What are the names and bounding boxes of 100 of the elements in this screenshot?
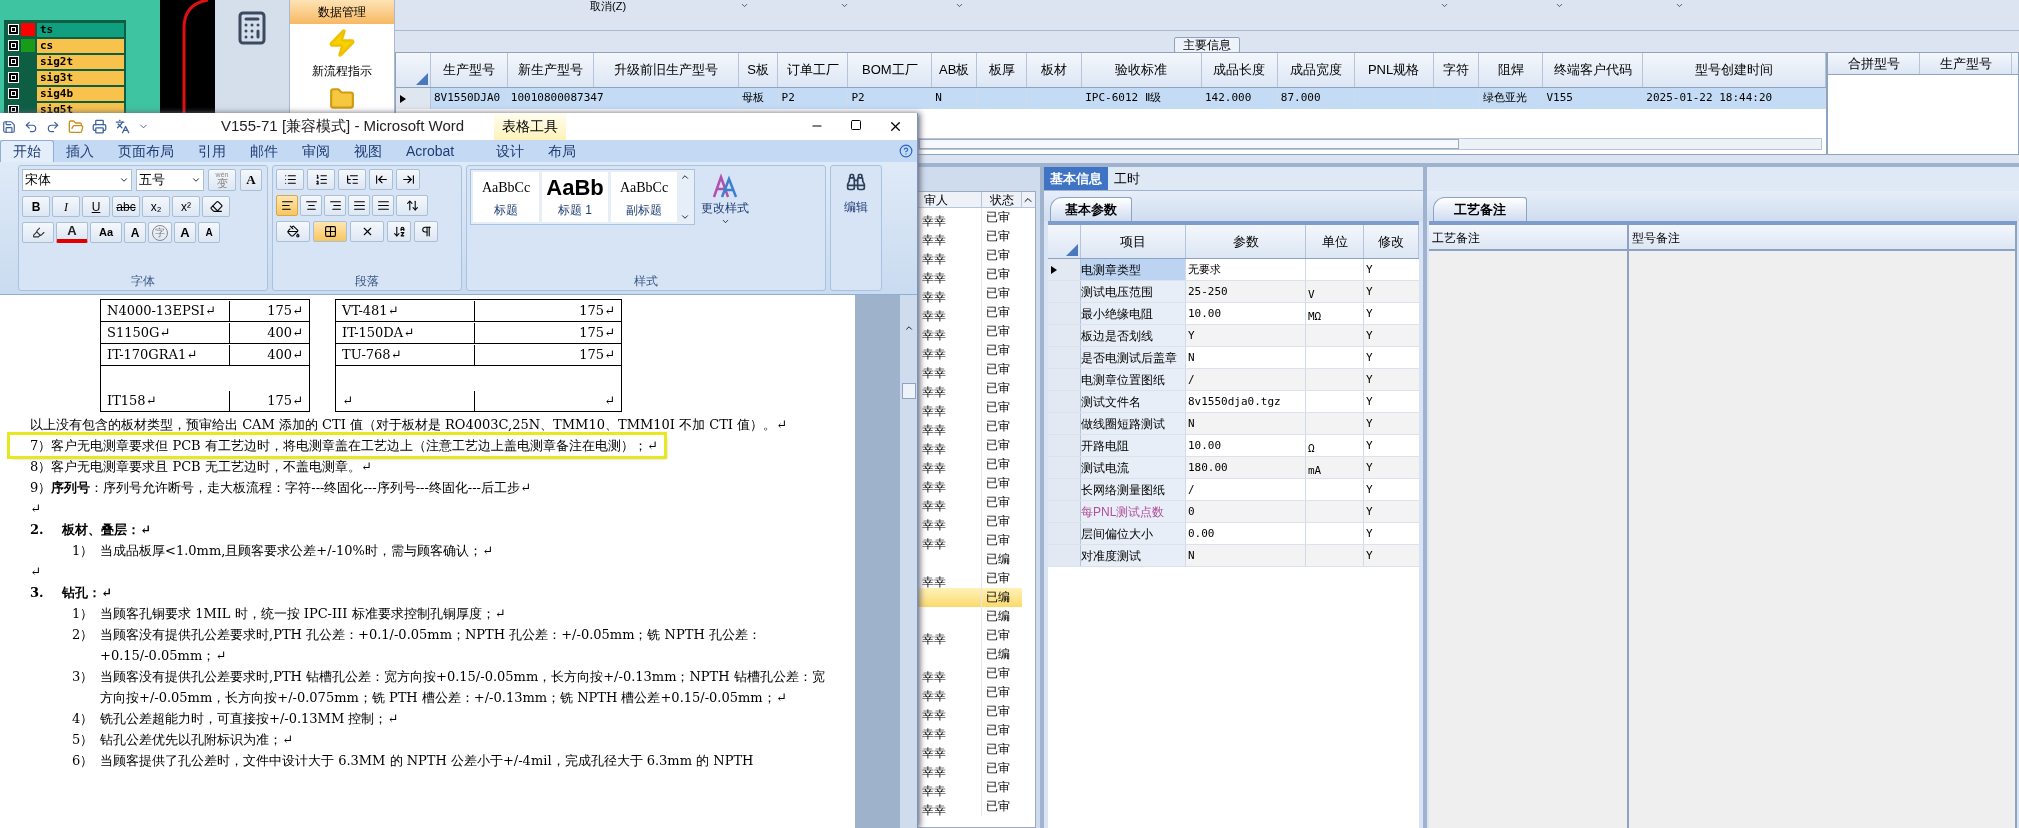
- print-icon[interactable]: [92, 119, 107, 134]
- clear-formatting-button[interactable]: [202, 196, 230, 217]
- bullets-button[interactable]: [276, 169, 304, 190]
- align-button[interactable]: [348, 195, 370, 216]
- column-header[interactable]: 单位: [1306, 225, 1364, 258]
- format-button[interactable]: x₂: [142, 196, 170, 217]
- column-header[interactable]: 生产型号: [1920, 53, 2012, 74]
- scroll-up-icon[interactable]: [680, 172, 690, 182]
- select-all-corner-icon[interactable]: [415, 73, 428, 85]
- ribbon-tab[interactable]: 审阅: [290, 140, 342, 162]
- horizontal-scrollbar[interactable]: [918, 138, 1822, 150]
- align-button[interactable]: [300, 195, 322, 216]
- ribbon-tab[interactable]: 布局: [536, 140, 589, 162]
- column-header[interactable]: 生产型号: [430, 53, 508, 87]
- align-button[interactable]: [276, 195, 298, 216]
- scroll-down-icon[interactable]: [680, 212, 690, 222]
- ribbon-tab[interactable]: 设计: [484, 140, 537, 162]
- column-header[interactable]: 合拼型号: [1828, 53, 1920, 74]
- scroll-up-icon[interactable]: [903, 323, 914, 333]
- layer-name[interactable]: sig4b: [37, 86, 124, 101]
- dropdown-caret-icon[interactable]: [1555, 1, 1564, 10]
- column-header[interactable]: AB板: [932, 53, 978, 87]
- folder-icon[interactable]: [329, 86, 355, 112]
- layer-visibility-checkbox[interactable]: [8, 40, 19, 51]
- subtab[interactable]: 工艺备注: [1433, 197, 1527, 221]
- row-header[interactable]: [1048, 259, 1081, 280]
- ribbon-tab[interactable]: 引用: [186, 140, 238, 162]
- redo-icon[interactable]: [46, 119, 60, 134]
- format-button[interactable]: x²: [172, 196, 200, 217]
- highlight-button[interactable]: [22, 222, 54, 243]
- ribbon-tab[interactable]: Acrobat: [394, 140, 467, 162]
- vertical-scrollbar[interactable]: [899, 295, 917, 828]
- enclose-character-button[interactable]: 字: [148, 222, 172, 243]
- layer-name[interactable]: sig3t: [37, 70, 124, 85]
- column-header[interactable]: 阻焊: [1479, 53, 1544, 87]
- change-case-button[interactable]: Aa: [90, 222, 122, 243]
- ribbon-tab[interactable]: 开始: [0, 140, 54, 162]
- column-header[interactable]: 型号备注: [1629, 225, 2015, 251]
- layer-visibility-checkbox[interactable]: [8, 56, 19, 67]
- select-all-corner-icon[interactable]: [1066, 244, 1078, 256]
- column-header[interactable]: 型号创建时间: [1643, 53, 1826, 87]
- column-header[interactable]: 状态: [982, 192, 1022, 207]
- asian-layout-button[interactable]: [350, 221, 384, 242]
- format-button[interactable]: B: [22, 196, 50, 217]
- column-header[interactable]: 项目: [1081, 225, 1186, 258]
- column-header[interactable]: 成品长度: [1201, 53, 1278, 87]
- borders-button[interactable]: [313, 221, 347, 242]
- column-header[interactable]: 字符: [1433, 53, 1480, 87]
- help-icon[interactable]: [899, 144, 913, 158]
- column-header[interactable]: 新生产型号: [507, 53, 594, 87]
- font-size-field[interactable]: 五号: [136, 169, 204, 191]
- dropdown-caret-icon[interactable]: [740, 1, 749, 10]
- column-header[interactable]: BOM工厂: [848, 53, 933, 87]
- save-icon[interactable]: [2, 119, 16, 134]
- tab[interactable]: 基本信息: [1044, 167, 1108, 190]
- layer-visibility-checkbox[interactable]: [8, 72, 19, 83]
- open-icon[interactable]: [68, 118, 84, 135]
- list-row[interactable]: 已编: [916, 588, 1022, 607]
- column-header[interactable]: PNL规格: [1354, 53, 1434, 87]
- format-button[interactable]: U: [82, 196, 110, 217]
- column-header[interactable]: 参数: [1186, 225, 1306, 258]
- decrease-indent-button[interactable]: [369, 169, 393, 190]
- edit-button[interactable]: 编辑: [844, 198, 868, 216]
- column-header[interactable]: 修改: [1364, 225, 1419, 258]
- ribbon-tab[interactable]: 插入: [54, 140, 106, 162]
- column-header[interactable]: 订单工厂: [778, 53, 849, 87]
- line-spacing-button[interactable]: [396, 195, 428, 216]
- grow-font-button[interactable]: A: [174, 222, 196, 243]
- column-header[interactable]: 板厚: [977, 53, 1028, 87]
- shading-button[interactable]: [276, 221, 310, 242]
- change-styles-button[interactable]: 更改样式: [699, 173, 751, 226]
- dropdown-caret-icon[interactable]: [191, 175, 201, 185]
- character-border-button[interactable]: A: [240, 169, 262, 191]
- align-button[interactable]: [372, 195, 394, 216]
- style-preview[interactable]: AaBbCc 标题: [473, 172, 539, 222]
- format-button[interactable]: I: [52, 196, 80, 217]
- layer-name[interactable]: cs: [37, 38, 124, 53]
- find-icon[interactable]: [846, 172, 866, 192]
- increase-indent-button[interactable]: [396, 169, 420, 190]
- font-color-button[interactable]: A: [56, 222, 88, 243]
- character-shading-button[interactable]: A: [124, 222, 146, 243]
- translate-icon[interactable]: [115, 119, 130, 134]
- maximize-icon[interactable]: [850, 119, 862, 131]
- align-button[interactable]: [324, 195, 346, 216]
- style-preview[interactable]: AaBb 标题 1: [542, 172, 608, 222]
- column-header[interactable]: 工艺备注: [1429, 225, 1627, 251]
- column-header[interactable]: 验收标准: [1082, 53, 1202, 87]
- dropdown-caret-icon[interactable]: [119, 175, 129, 185]
- undo-icon[interactable]: [24, 119, 38, 134]
- layer-visibility-checkbox[interactable]: [8, 88, 19, 99]
- numbering-button[interactable]: [307, 169, 335, 190]
- font-name-field[interactable]: 宋体: [22, 169, 132, 191]
- format-button[interactable]: abc: [112, 196, 140, 217]
- subtab[interactable]: 基本参数: [1050, 197, 1132, 221]
- dropdown-caret-icon[interactable]: [1675, 1, 1684, 10]
- layer-name[interactable]: ts: [37, 22, 124, 37]
- shrink-font-button[interactable]: A: [198, 222, 220, 243]
- show-marks-button[interactable]: [414, 221, 438, 242]
- nav-item[interactable]: 新流程指示: [312, 28, 372, 80]
- layer-visibility-checkbox[interactable]: [8, 24, 19, 35]
